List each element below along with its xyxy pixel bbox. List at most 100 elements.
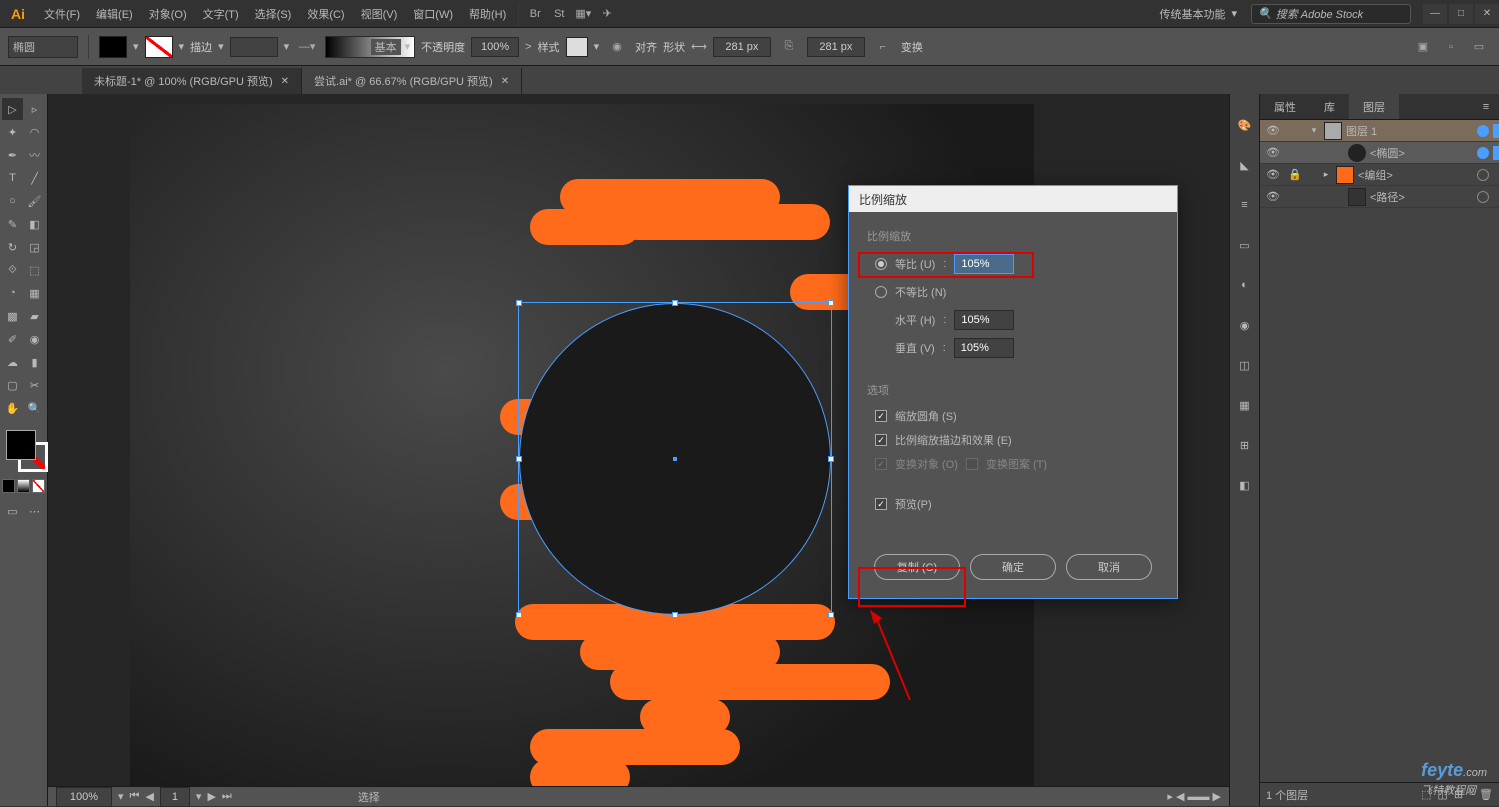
- rotate-tool[interactable]: ↻: [2, 236, 23, 258]
- target-icon[interactable]: [1477, 191, 1489, 203]
- pen-tool[interactable]: ✒: [2, 144, 23, 166]
- bridge-icon[interactable]: Br: [523, 2, 547, 26]
- layer-row[interactable]: 👁 ▾ 图层 1: [1260, 120, 1499, 142]
- zoom-input[interactable]: [56, 787, 112, 807]
- color-panel-icon[interactable]: 🎨: [1234, 114, 1256, 136]
- close-icon[interactable]: ✕: [501, 76, 509, 87]
- arrange-icon[interactable]: ▦▾: [571, 2, 595, 26]
- target-icon[interactable]: [1477, 125, 1489, 137]
- gpu-icon[interactable]: ✈: [595, 2, 619, 26]
- search-input[interactable]: 🔍搜索 Adobe Stock: [1251, 4, 1411, 24]
- stock-icon[interactable]: St: [547, 2, 571, 26]
- nonuniform-radio[interactable]: [875, 286, 887, 298]
- doc-tab-2[interactable]: 尝试.ai* @ 66.67% (RGB/GPU 预览)✕: [302, 68, 522, 94]
- screen-mode-icon[interactable]: ▭: [2, 500, 23, 522]
- layer-row[interactable]: 👁 <路径>: [1260, 186, 1499, 208]
- stroke-swatch[interactable]: [145, 36, 173, 58]
- ellipse-tool[interactable]: ○: [2, 190, 23, 212]
- more-panel-icon[interactable]: ◧: [1234, 474, 1256, 496]
- eraser-tool[interactable]: ◧: [24, 213, 45, 235]
- nav-prev-icon[interactable]: ◀: [145, 790, 153, 803]
- var-width-icon[interactable]: —▾: [295, 35, 319, 59]
- curvature-tool[interactable]: 〰: [24, 144, 45, 166]
- preview-checkbox[interactable]: [875, 498, 887, 510]
- symbol-tool[interactable]: ☁: [2, 351, 23, 373]
- height-input[interactable]: [807, 37, 865, 57]
- eyedropper-tool[interactable]: ✐: [2, 328, 23, 350]
- menu-object[interactable]: 对象(O): [141, 0, 195, 28]
- panel-tab-properties[interactable]: 属性: [1260, 94, 1310, 119]
- horizontal-input[interactable]: [954, 310, 1014, 330]
- isolate-icon[interactable]: ▣: [1411, 35, 1435, 59]
- link-wh-icon[interactable]: ⎘: [777, 35, 801, 59]
- pathfinder-panel-icon[interactable]: ◫: [1234, 354, 1256, 376]
- menu-help[interactable]: 帮助(H): [461, 0, 514, 28]
- zoom-tool[interactable]: 🔍: [24, 397, 45, 419]
- expand-icon[interactable]: ▾: [1308, 125, 1320, 136]
- vertical-input[interactable]: [954, 338, 1014, 358]
- layer-row[interactable]: 👁 <椭圆>: [1260, 142, 1499, 164]
- magic-wand-tool[interactable]: ✦: [2, 121, 23, 143]
- width-input[interactable]: [713, 37, 771, 57]
- visibility-icon[interactable]: 👁: [1264, 124, 1282, 137]
- mesh-tool[interactable]: ▩: [2, 305, 23, 327]
- corner-icon[interactable]: ⌐: [871, 35, 895, 59]
- color-mode-gradient[interactable]: [17, 479, 30, 493]
- panel-tab-libraries[interactable]: 库: [1310, 94, 1349, 119]
- hand-tool[interactable]: ✋: [2, 397, 23, 419]
- target-icon[interactable]: [1477, 147, 1489, 159]
- blend-tool[interactable]: ◉: [24, 328, 45, 350]
- menu-file[interactable]: 文件(F): [36, 0, 88, 28]
- gradient-panel-icon[interactable]: ▭: [1234, 234, 1256, 256]
- line-tool[interactable]: ╱: [24, 167, 45, 189]
- direct-selection-tool[interactable]: ▹: [24, 98, 45, 120]
- nav-last-icon[interactable]: ⏭: [222, 790, 232, 803]
- scale-tool[interactable]: ◲: [24, 236, 45, 258]
- visibility-icon[interactable]: 👁: [1264, 190, 1282, 203]
- layer-row[interactable]: 👁🔒 ▸ <编组>: [1260, 164, 1499, 186]
- align-panel-icon[interactable]: ▦: [1234, 394, 1256, 416]
- menu-edit[interactable]: 编辑(E): [88, 0, 141, 28]
- brush-tool[interactable]: 🖌: [24, 190, 45, 212]
- width-tool[interactable]: ⟐: [2, 259, 23, 281]
- menu-type[interactable]: 文字(T): [195, 0, 247, 28]
- artboard-nav-input[interactable]: [160, 787, 190, 807]
- close-button[interactable]: ✕: [1475, 4, 1499, 24]
- recolor-icon[interactable]: ◉: [605, 35, 629, 59]
- color-mode-none[interactable]: [32, 479, 45, 493]
- menu-effect[interactable]: 效果(C): [299, 0, 352, 28]
- slice-tool[interactable]: ✂: [24, 374, 45, 396]
- menu-window[interactable]: 窗口(W): [405, 0, 461, 28]
- fill-stroke-swatches[interactable]: [2, 428, 45, 476]
- panel-tab-layers[interactable]: 图层: [1349, 94, 1399, 119]
- doc-tab-1[interactable]: 未标题-1* @ 100% (RGB/GPU 预览)✕: [82, 68, 302, 94]
- shape-type-dropdown[interactable]: 椭圆: [8, 36, 78, 58]
- stroke-weight-input[interactable]: [230, 37, 278, 57]
- panel-menu-icon[interactable]: ≡: [1473, 94, 1499, 119]
- bounding-box[interactable]: [518, 302, 832, 616]
- shaper-tool[interactable]: ✎: [2, 213, 23, 235]
- minimize-button[interactable]: —: [1423, 4, 1447, 24]
- visibility-icon[interactable]: 👁: [1264, 146, 1282, 159]
- style-swatch[interactable]: [566, 37, 588, 57]
- type-tool[interactable]: T: [2, 167, 23, 189]
- scale-strokes-checkbox[interactable]: [875, 434, 887, 446]
- perspective-tool[interactable]: ▦: [24, 282, 45, 304]
- close-icon[interactable]: ✕: [281, 76, 289, 87]
- lasso-tool[interactable]: ◠: [24, 121, 45, 143]
- workspace-switcher[interactable]: 传统基本功能 ▾: [1149, 6, 1247, 22]
- artboard-tool[interactable]: ▢: [2, 374, 23, 396]
- color-mode-solid[interactable]: [2, 479, 15, 493]
- edit-toolbar-icon[interactable]: ⋯: [24, 500, 45, 522]
- stroke-panel-icon[interactable]: ≡: [1234, 194, 1256, 216]
- expand-icon[interactable]: ▸: [1320, 169, 1332, 180]
- appearance-panel-icon[interactable]: ◉: [1234, 314, 1256, 336]
- swatches-panel-icon[interactable]: ◣: [1234, 154, 1256, 176]
- transform-panel-icon[interactable]: ⊞: [1234, 434, 1256, 456]
- menu-select[interactable]: 选择(S): [247, 0, 300, 28]
- brush-dropdown[interactable]: 基本▾: [325, 36, 415, 58]
- free-transform-tool[interactable]: ⬚: [24, 259, 45, 281]
- opacity-input[interactable]: [471, 37, 519, 57]
- nav-next-icon[interactable]: ▶: [207, 790, 215, 803]
- transparency-panel-icon[interactable]: ◐: [1234, 274, 1256, 296]
